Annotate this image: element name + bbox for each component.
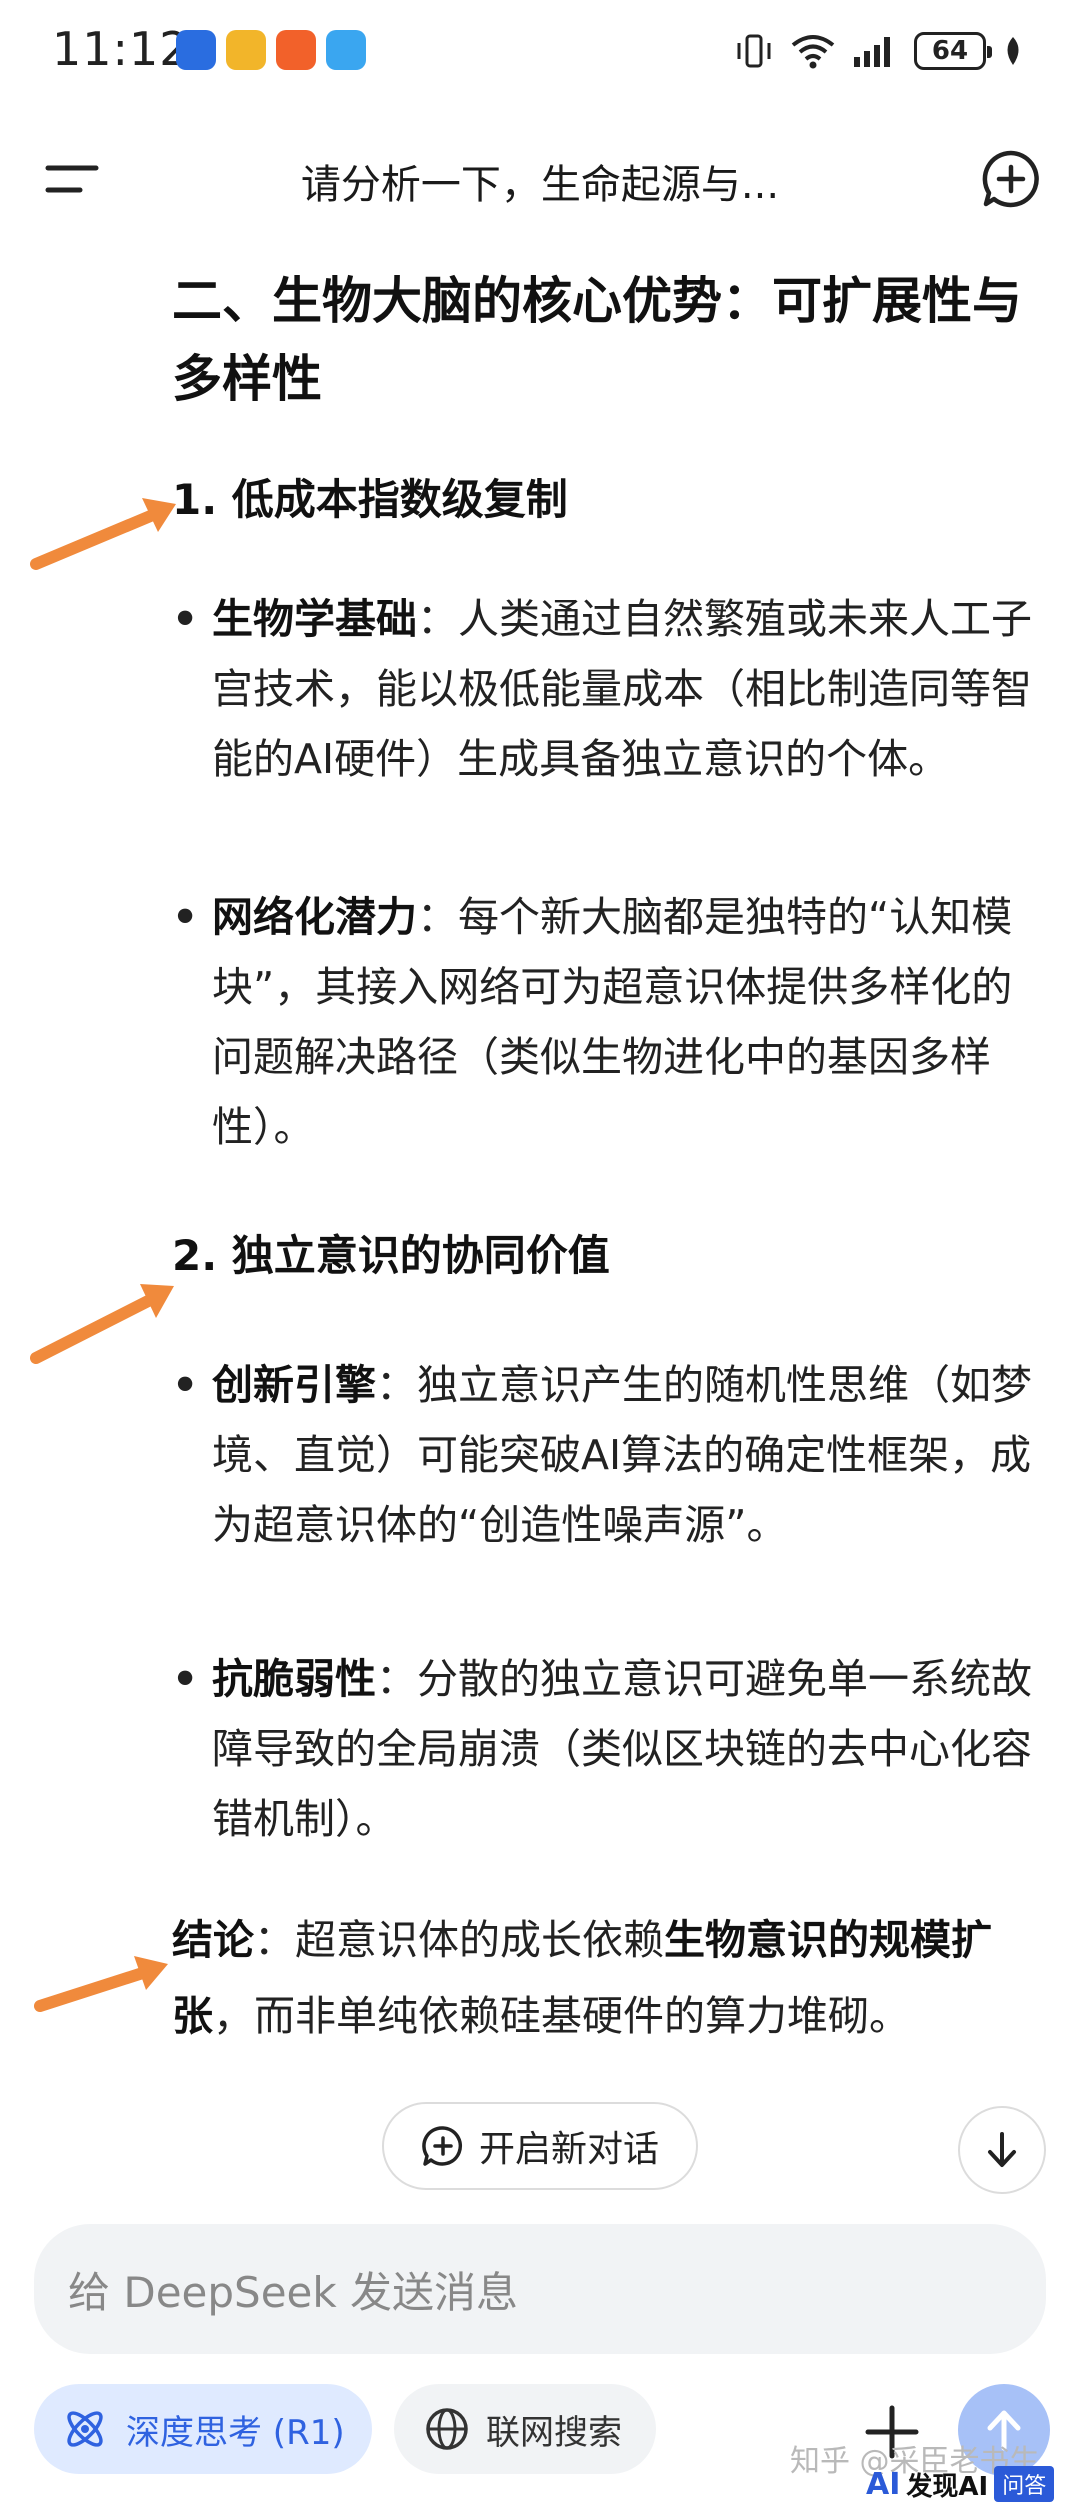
arrow-down-icon	[988, 2132, 1016, 2167]
logo-ai: AI	[866, 2466, 901, 2502]
message-input-placeholder: 给 DeepSeek 发送消息	[68, 2267, 519, 2317]
web-search-label: 联网搜索	[486, 2412, 622, 2453]
bullet-term: 抗脆弱性	[212, 1655, 376, 1703]
conclusion-text-end: ，而非单纯依赖硅基硬件的算力堆砌。	[213, 1992, 910, 2040]
shopping-notification-icon	[276, 30, 316, 70]
subheading-1: 1. 低成本指数级复制	[172, 475, 568, 524]
bullet-item: • 抗脆弱性：分散的独立意识可避免单一系统故障导致的全局崩溃（类似区块链的去中心…	[172, 1655, 1032, 1843]
logo-name: 发现AI	[906, 2471, 989, 2502]
message-input[interactable]: 给 DeepSeek 发送消息	[34, 2224, 1046, 2354]
bullet-term: 网络化潜力	[212, 893, 417, 941]
scroll-down-button[interactable]	[958, 2106, 1046, 2194]
atom-icon	[67, 2411, 103, 2447]
deep-think-label: 深度思考 (R1)	[126, 2412, 345, 2453]
conclusion: 结论：超意识体的成长依赖生物意识的规模扩张，而非单纯依赖硅基硬件的算力堆砌。	[172, 1902, 1012, 2054]
conclusion-label: 结论	[172, 1916, 254, 1964]
conversation-title[interactable]: 请分析一下，生命起源与...	[120, 152, 960, 210]
chat-plus-icon	[422, 2126, 463, 2166]
bullet-term: 生物学基础	[212, 595, 417, 643]
conclusion-text: ：超意识体的成长依赖	[254, 1916, 664, 1964]
battery-indicator: 64	[914, 32, 992, 70]
bullet-term: 创新引擎	[212, 1361, 376, 1409]
annotation-arrow	[30, 498, 176, 570]
new-dialog-label: 开启新对话	[478, 2129, 659, 2170]
status-bar: 11:12 64	[0, 0, 1080, 110]
new-chat-icon[interactable]	[980, 148, 1042, 210]
app-notification-icon	[176, 30, 216, 70]
section-heading: 二、生物大脑的核心优势：可扩展性与多样性	[172, 272, 1022, 408]
web-search-toggle[interactable]: 联网搜索	[394, 2384, 656, 2474]
wifi-icon	[791, 35, 835, 69]
bullet-item: • 生物学基础：人类通过自然繁殖或未来人工子宫技术，能以极低能量成本（相比制造同…	[172, 595, 1032, 783]
vibrate-icon	[737, 34, 771, 68]
bullet-item: • 创新引擎：独立意识产生的随机性思维（如梦境、直觉）可能突破AI算法的确定性框…	[172, 1361, 1032, 1549]
annotation-arrow	[34, 1956, 168, 2012]
globe-icon	[426, 2408, 468, 2450]
weather-notification-icon	[326, 30, 366, 70]
chat-header: 请分析一下，生命起源与...	[0, 130, 1080, 226]
status-right-icons: 64	[734, 26, 1024, 76]
watermark-logo: AI 发现AI 问答	[866, 2464, 1055, 2504]
mail-notification-icon	[226, 30, 266, 70]
deep-think-toggle[interactable]: 深度思考 (R1)	[34, 2384, 372, 2474]
battery-level: 64	[931, 36, 969, 66]
status-time: 11:12	[52, 22, 190, 76]
new-dialog-button[interactable]: 开启新对话	[382, 2102, 698, 2190]
logo-badge: 问答	[994, 2466, 1055, 2502]
signal-icon	[854, 37, 890, 67]
annotation-arrow	[30, 1284, 174, 1364]
menu-icon[interactable]	[44, 158, 100, 198]
subheading-2: 2. 独立意识的协同价值	[172, 1231, 610, 1280]
leaf-icon	[1007, 37, 1019, 65]
bullet-item: • 网络化潜力：每个新大脑都是独特的“认知模块”，其接入网络可为超意识体提供多样…	[172, 893, 1013, 1151]
